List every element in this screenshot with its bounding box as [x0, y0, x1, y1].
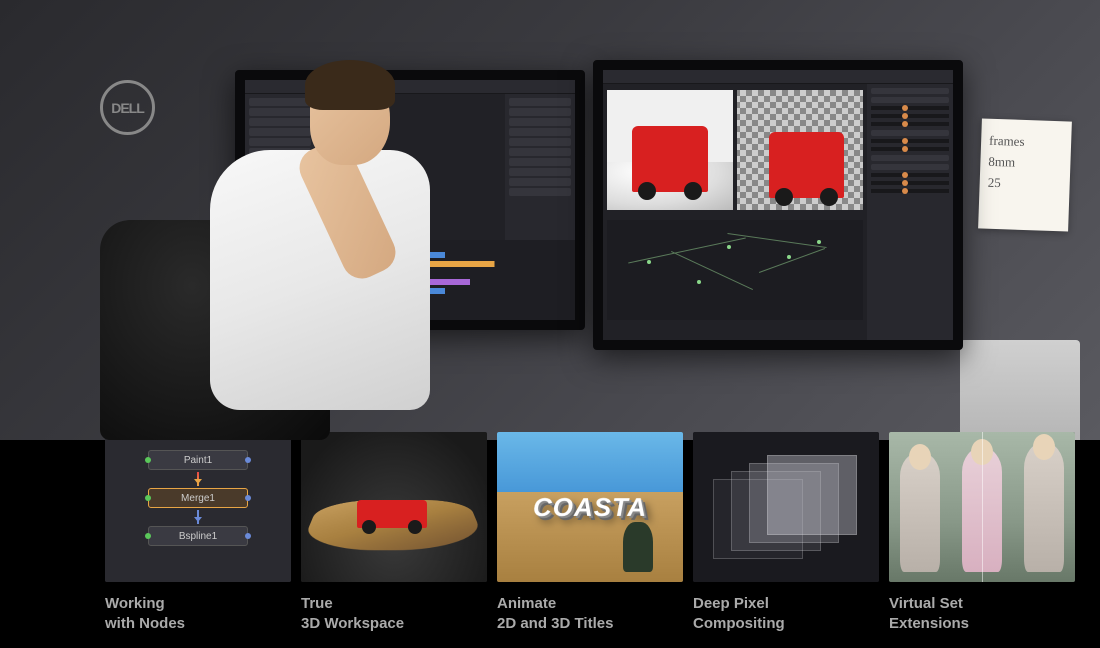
feature-card-grid: Paint1 Merge1 Bspline1 Working with Node…	[105, 432, 1075, 633]
page-root: DELL frames 8mm 25	[0, 0, 1100, 648]
feature-thumbnail: Paint1 Merge1 Bspline1	[105, 432, 291, 582]
effects-panel	[505, 94, 575, 260]
red-vehicle-preview	[632, 126, 708, 192]
feature-title: Deep Pixel Compositing	[693, 594, 879, 633]
note-line: 8mm	[988, 152, 1063, 175]
editor-person	[170, 50, 450, 430]
feature-thumbnail: COASTA	[497, 432, 683, 582]
feature-thumbnail	[693, 432, 879, 582]
comparison-split-line	[982, 432, 983, 582]
dual-viewer	[607, 90, 863, 210]
right-screen-fusion-app	[603, 70, 953, 340]
feature-card-titles[interactable]: COASTA Animate 2D and 3D Titles	[497, 432, 683, 633]
app-toolbar	[603, 70, 953, 84]
feature-card-nodes[interactable]: Paint1 Merge1 Bspline1 Working with Node…	[105, 432, 291, 633]
person-silhouette	[623, 522, 653, 572]
red-vehicle-alpha-preview	[769, 132, 845, 198]
extruded-title-text: COASTA	[533, 492, 648, 523]
node-graph-area	[607, 220, 863, 320]
actor-figure	[1024, 442, 1064, 572]
monitor-brand-logo: DELL	[100, 80, 155, 135]
inspector-panel	[867, 84, 953, 340]
desk-drawer-unit	[960, 340, 1080, 440]
note-line: 25	[987, 172, 1062, 195]
feature-title: True 3D Workspace	[301, 594, 487, 633]
right-monitor	[593, 60, 963, 350]
viewer-b-alpha	[737, 90, 863, 210]
feature-thumbnail	[889, 432, 1075, 582]
node-pill: Paint1	[148, 450, 248, 470]
node-pill: Bspline1	[148, 526, 248, 546]
feature-title: Virtual Set Extensions	[889, 594, 1075, 633]
feature-card-virtual-set[interactable]: Virtual Set Extensions	[889, 432, 1075, 633]
feature-card-3d-workspace[interactable]: True 3D Workspace	[301, 432, 487, 633]
note-line: frames	[989, 131, 1064, 154]
feature-card-deep-pixel[interactable]: Deep Pixel Compositing	[693, 432, 879, 633]
feature-title: Animate 2D and 3D Titles	[497, 594, 683, 633]
red-truck-icon	[357, 500, 427, 528]
depth-layer-icon	[767, 455, 857, 535]
feature-title: Working with Nodes	[105, 594, 291, 633]
node-pill-active: Merge1	[148, 488, 248, 508]
actor-figure	[900, 452, 940, 572]
wall-notes: frames 8mm 25	[978, 118, 1072, 231]
feature-thumbnail	[301, 432, 487, 582]
hero-photo: DELL frames 8mm 25	[0, 0, 1100, 440]
viewer-a	[607, 90, 733, 210]
